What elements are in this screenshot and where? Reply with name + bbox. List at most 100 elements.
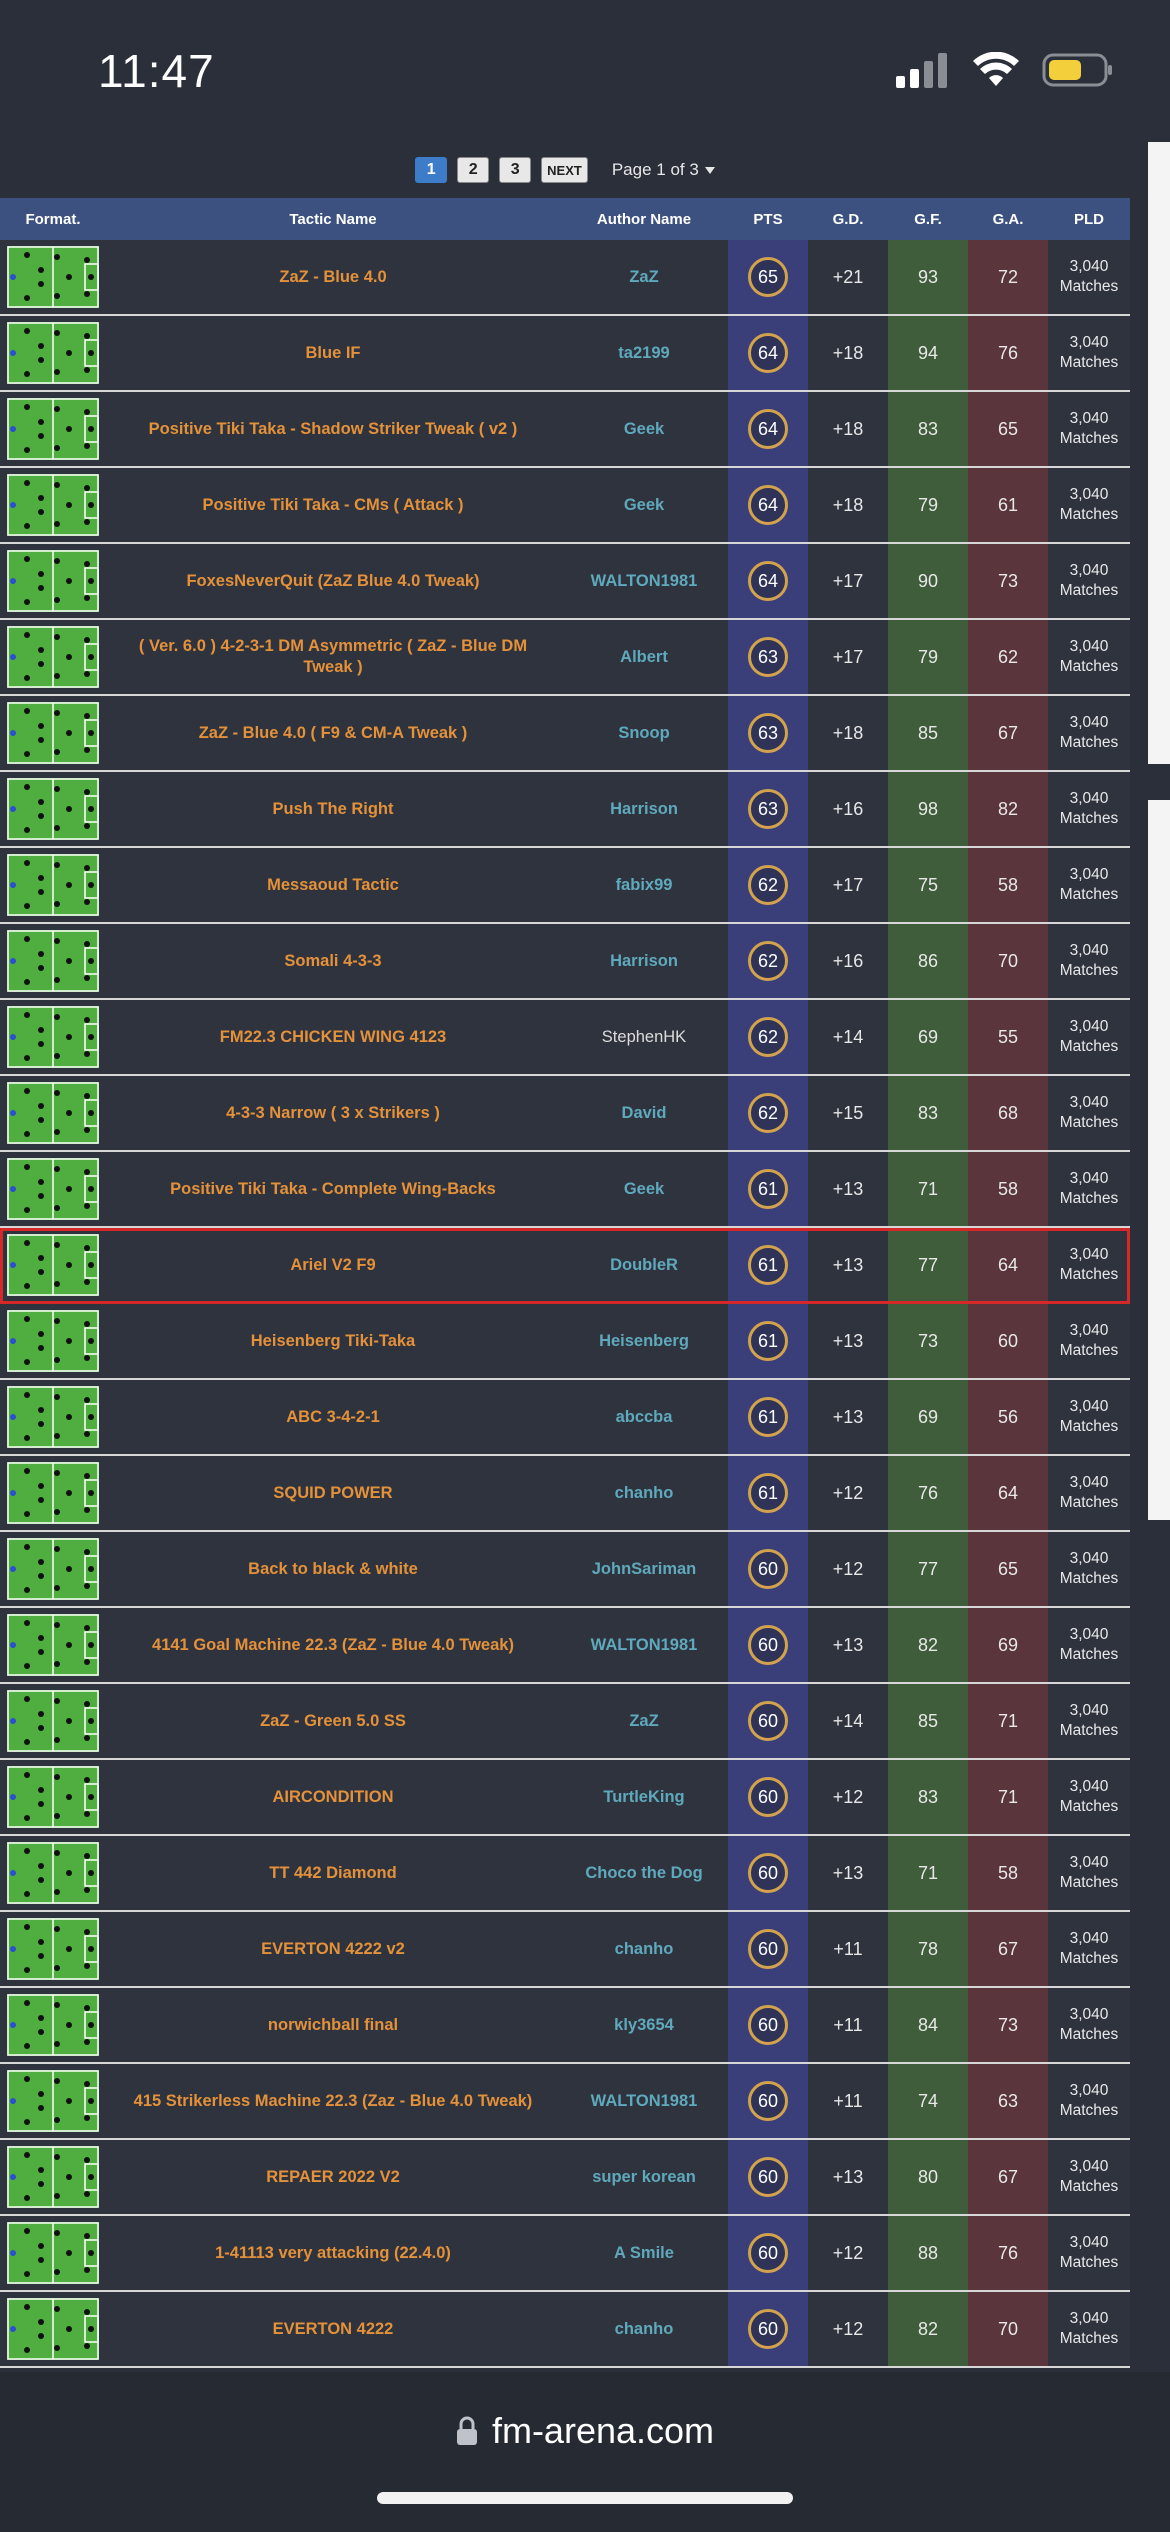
author-name-link[interactable]: kly3654 xyxy=(560,1988,728,2062)
format-cell[interactable] xyxy=(0,1152,106,1226)
table-row[interactable]: norwichball final kly3654 60 +11 84 73 3… xyxy=(0,1988,1130,2064)
author-name-link[interactable]: TurtleKing xyxy=(560,1760,728,1834)
tactic-name-link[interactable]: Back to black & white xyxy=(106,1532,560,1606)
author-name-link[interactable]: Geek xyxy=(560,468,728,542)
author-name-link[interactable]: Choco the Dog xyxy=(560,1836,728,1910)
author-name-link[interactable]: fabix99 xyxy=(560,848,728,922)
format-cell[interactable] xyxy=(0,1608,106,1682)
format-cell[interactable] xyxy=(0,1456,106,1530)
table-row[interactable]: FM22.3 CHICKEN WING 4123 StephenHK 62 +1… xyxy=(0,1000,1130,1076)
page-select[interactable]: Page 1 of 3 xyxy=(612,160,715,180)
col-gd[interactable]: G.D. xyxy=(808,211,888,228)
format-cell[interactable] xyxy=(0,1228,106,1302)
format-cell[interactable] xyxy=(0,1912,106,1986)
format-cell[interactable] xyxy=(0,392,106,466)
author-name-link[interactable]: abccba xyxy=(560,1380,728,1454)
table-row[interactable]: FoxesNeverQuit (ZaZ Blue 4.0 Tweak) WALT… xyxy=(0,544,1130,620)
tactic-name-link[interactable]: ZaZ - Blue 4.0 ( F9 & CM-A Tweak ) xyxy=(106,696,560,770)
author-name-link[interactable]: JohnSariman xyxy=(560,1532,728,1606)
tactic-name-link[interactable]: FM22.3 CHICKEN WING 4123 xyxy=(106,1000,560,1074)
tactic-name-link[interactable]: ( Ver. 6.0 ) 4-2-3-1 DM Asymmetric ( ZaZ… xyxy=(106,620,560,694)
tactic-name-link[interactable]: EVERTON 4222 xyxy=(106,2292,560,2366)
table-row[interactable]: 415 Strikerless Machine 22.3 (Zaz - Blue… xyxy=(0,2064,1130,2140)
format-cell[interactable] xyxy=(0,240,106,314)
author-name-link[interactable]: ZaZ xyxy=(560,240,728,314)
tactic-name-link[interactable]: Positive Tiki Taka - CMs ( Attack ) xyxy=(106,468,560,542)
next-page-button[interactable]: NEXT xyxy=(541,157,588,183)
author-name-link[interactable]: WALTON1981 xyxy=(560,1608,728,1682)
author-name-link[interactable]: Albert xyxy=(560,620,728,694)
page-1-button[interactable]: 1 xyxy=(415,157,448,183)
table-row[interactable]: Heisenberg Tiki-Taka Heisenberg 61 +13 7… xyxy=(0,1304,1130,1380)
table-row[interactable]: Messaoud Tactic fabix99 62 +17 75 58 3,0… xyxy=(0,848,1130,924)
tactic-name-link[interactable]: AIRCONDITION xyxy=(106,1760,560,1834)
home-indicator[interactable] xyxy=(377,2492,793,2504)
author-name-link[interactable]: super korean xyxy=(560,2140,728,2214)
table-row[interactable]: Positive Tiki Taka - Shadow Striker Twea… xyxy=(0,392,1130,468)
tactic-name-link[interactable]: 415 Strikerless Machine 22.3 (Zaz - Blue… xyxy=(106,2064,560,2138)
format-cell[interactable] xyxy=(0,468,106,542)
table-row[interactable]: ZaZ - Blue 4.0 ZaZ 65 +21 93 72 3,040 Ma… xyxy=(0,240,1130,316)
tactic-name-link[interactable]: 1-41113 very attacking (22.4.0) xyxy=(106,2216,560,2290)
author-name-link[interactable]: StephenHK xyxy=(560,1000,728,1074)
col-format[interactable]: Format. xyxy=(0,211,106,228)
format-cell[interactable] xyxy=(0,1000,106,1074)
table-row[interactable]: Push The Right Harrison 63 +16 98 82 3,0… xyxy=(0,772,1130,848)
format-cell[interactable] xyxy=(0,1988,106,2062)
table-row[interactable]: Positive Tiki Taka - Complete Wing-Backs… xyxy=(0,1152,1130,1228)
tactic-name-link[interactable]: REPAER 2022 V2 xyxy=(106,2140,560,2214)
tactic-name-link[interactable]: Heisenberg Tiki-Taka xyxy=(106,1304,560,1378)
format-cell[interactable] xyxy=(0,2140,106,2214)
format-cell[interactable] xyxy=(0,620,106,694)
tactic-name-link[interactable]: Push The Right xyxy=(106,772,560,846)
format-cell[interactable] xyxy=(0,544,106,618)
author-name-link[interactable]: Snoop xyxy=(560,696,728,770)
author-name-link[interactable]: WALTON1981 xyxy=(560,2064,728,2138)
table-row[interactable]: Somali 4-3-3 Harrison 62 +16 86 70 3,040… xyxy=(0,924,1130,1000)
col-author-name[interactable]: Author Name xyxy=(560,211,728,228)
col-ga[interactable]: G.A. xyxy=(968,211,1048,228)
author-name-link[interactable]: chanho xyxy=(560,2292,728,2366)
format-cell[interactable] xyxy=(0,1076,106,1150)
author-name-link[interactable]: Heisenberg xyxy=(560,1304,728,1378)
format-cell[interactable] xyxy=(0,1304,106,1378)
author-name-link[interactable]: chanho xyxy=(560,1456,728,1530)
format-cell[interactable] xyxy=(0,696,106,770)
format-cell[interactable] xyxy=(0,1380,106,1454)
page-3-button[interactable]: 3 xyxy=(499,157,532,183)
table-row[interactable]: Blue IF ta2199 64 +18 94 76 3,040 Matche… xyxy=(0,316,1130,392)
format-cell[interactable] xyxy=(0,1684,106,1758)
author-name-link[interactable]: DoubleR xyxy=(560,1228,728,1302)
tactic-name-link[interactable]: Blue IF xyxy=(106,316,560,390)
author-name-link[interactable]: ta2199 xyxy=(560,316,728,390)
table-row[interactable]: 4141 Goal Machine 22.3 (ZaZ - Blue 4.0 T… xyxy=(0,1608,1130,1684)
author-name-link[interactable]: Geek xyxy=(560,1152,728,1226)
address-bar[interactable]: fm-arena.com xyxy=(0,2410,1170,2452)
format-cell[interactable] xyxy=(0,1532,106,1606)
col-pld[interactable]: PLD xyxy=(1048,211,1130,228)
table-row[interactable]: Back to black & white JohnSariman 60 +12… xyxy=(0,1532,1130,1608)
table-row[interactable]: EVERTON 4222 v2 chanho 60 +11 78 67 3,04… xyxy=(0,1912,1130,1988)
author-name-link[interactable]: A Smile xyxy=(560,2216,728,2290)
tactic-name-link[interactable]: ZaZ - Blue 4.0 xyxy=(106,240,560,314)
format-cell[interactable] xyxy=(0,316,106,390)
author-name-link[interactable]: David xyxy=(560,1076,728,1150)
author-name-link[interactable]: ZaZ xyxy=(560,1684,728,1758)
col-tactic-name[interactable]: Tactic Name xyxy=(106,211,560,228)
tactic-name-link[interactable]: norwichball final xyxy=(106,1988,560,2062)
page-2-button[interactable]: 2 xyxy=(457,157,490,183)
table-row[interactable]: TT 442 Diamond Choco the Dog 60 +13 71 5… xyxy=(0,1836,1130,1912)
format-cell[interactable] xyxy=(0,2292,106,2366)
author-name-link[interactable]: WALTON1981 xyxy=(560,544,728,618)
tactic-name-link[interactable]: Messaoud Tactic xyxy=(106,848,560,922)
tactic-name-link[interactable]: TT 442 Diamond xyxy=(106,1836,560,1910)
format-cell[interactable] xyxy=(0,1836,106,1910)
author-name-link[interactable]: chanho xyxy=(560,1912,728,1986)
table-row[interactable]: Ariel V2 F9 DoubleR 61 +13 77 64 3,040 M… xyxy=(0,1228,1130,1304)
tactic-name-link[interactable]: Somali 4-3-3 xyxy=(106,924,560,998)
tactic-name-link[interactable]: 4-3-3 Narrow ( 3 x Strikers ) xyxy=(106,1076,560,1150)
table-row[interactable]: 1-41113 very attacking (22.4.0) A Smile … xyxy=(0,2216,1130,2292)
tactic-name-link[interactable]: 4141 Goal Machine 22.3 (ZaZ - Blue 4.0 T… xyxy=(106,1608,560,1682)
table-row[interactable]: AIRCONDITION TurtleKing 60 +12 83 71 3,0… xyxy=(0,1760,1130,1836)
tactic-name-link[interactable]: EVERTON 4222 v2 xyxy=(106,1912,560,1986)
